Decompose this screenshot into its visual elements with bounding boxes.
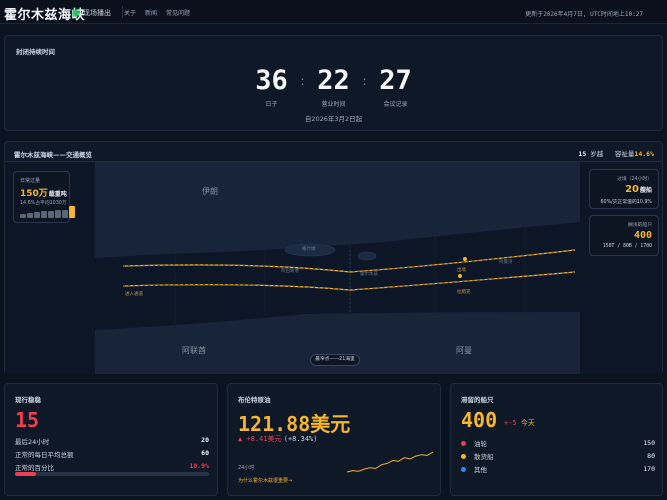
ship-row-bulk: 散货船 80 <box>461 451 655 461</box>
traffic-bar <box>27 213 33 218</box>
progress-fill <box>15 472 37 476</box>
row-daily-average: 正常的每日平均总额 60 <box>15 449 209 459</box>
other-dot-icon <box>461 466 466 472</box>
transit-summary: 15 岁越 容祉量14.6% <box>578 148 654 158</box>
card-title: 日常过量 <box>20 178 41 184</box>
brent-oil-panel: 布伦特原油 121.88美元 ▲ +8.41美元 (+8.34%) 24小时 为… <box>227 383 441 496</box>
minutes-value: 27 <box>379 65 412 96</box>
colon-separator: : <box>300 74 305 88</box>
panel-title: 霍尔木兹海峡——交通概览 <box>14 151 92 159</box>
transit-label: 岁越 <box>590 150 604 158</box>
oil-range-label: 24小时 <box>238 465 255 471</box>
panel-title: 现行稳稳 <box>15 396 41 404</box>
countdown-minutes: 27 会议记录 <box>375 65 417 109</box>
label-bandar: 阿巴斯港 <box>281 269 299 274</box>
label-larak: 拉腊克 <box>457 290 471 295</box>
traffic-bar-chart <box>20 206 76 218</box>
panel-title: 布伦特原油 <box>238 396 271 404</box>
card-title: 过境（24小时） <box>617 177 652 182</box>
card-value: 150万载重吨 <box>20 189 67 199</box>
days-count: 15 <box>15 408 40 432</box>
label-gulf-of-oman: 阿曼湾 <box>499 260 513 265</box>
stranded-ships-card: 搁浅的船只 400 150T / 80B / 170O <box>589 215 659 256</box>
stranded-ships-panel: 滞留的船只 400 +-5 今天 油轮 150 散货船 80 其他 170 <box>450 383 663 496</box>
traffic-bar <box>48 210 54 218</box>
card-title: 搁浅的船只 <box>628 223 652 228</box>
label-qeshm: 格什姆 <box>302 247 316 252</box>
why-hormuz-link[interactable]: 为什么霍尔木兹很重要→ <box>238 477 292 484</box>
row-percent-normal: 正常的百分比 10.9% <box>15 462 209 472</box>
label-iran: 伊朗 <box>202 187 218 196</box>
since-date: 自2026年3月2日起 <box>304 115 363 123</box>
card-value: 400 <box>633 230 652 241</box>
traffic-bar <box>41 211 47 218</box>
card-value: 20艘船 <box>625 184 652 195</box>
minutes-label: 会议记录 <box>383 101 408 108</box>
traffic-bar <box>55 210 61 218</box>
closure-duration-panel: 封闭持续时间 36 日子 : 22 营业时间 : 27 会议记录 自2026年3… <box>4 35 663 131</box>
colon-separator: : <box>362 74 367 88</box>
ships-change: +-5 今天 <box>504 419 535 427</box>
updated-timestamp: 更新于2026年4月7日, UTC时间地上10:27 <box>525 11 643 18</box>
nav-menu: 关于 新闻 常见问题 <box>124 8 199 17</box>
narrowest-point-pill[interactable]: 最窄点——21海里 <box>310 354 360 366</box>
label-hormuz: 霍尔木兹 <box>360 272 378 277</box>
ship-row-other: 其他 170 <box>461 464 655 474</box>
traffic-bar <box>62 209 68 218</box>
live-dot-icon <box>73 10 79 16</box>
nav-item-news[interactable]: 新闻 <box>145 8 157 17</box>
transit-24h-card: 过境（24小时） 20艘船 60%/灾正常值的10.9% <box>589 169 659 209</box>
percent-progress-bar <box>15 472 209 476</box>
ships-count: 400 <box>461 408 498 432</box>
card-subtext: 150T / 80B / 170O <box>602 244 652 249</box>
oil-change: ▲ +8.41美元 (+8.34%) <box>238 434 317 444</box>
nav-item-faq[interactable]: 常见问题 <box>166 8 190 17</box>
island-hormuz <box>357 251 377 261</box>
days-label: 日子 <box>265 101 278 108</box>
top-bar: 霍尔木兹海峡 现场播出 关于 新闻 常见问题 更新于2026年4月7日, UTC… <box>0 0 667 24</box>
capacity-label: 容祉量 <box>614 150 635 158</box>
days-panel: 现行稳稳 15 最后24小时 20 正常的每日平均总额 60 正常的百分比 10.9% <box>4 383 218 496</box>
traffic-overview-panel: 霍尔木兹海峡——交通概览 15 岁越 容祉量14.6% 伊朗 阿联酋 阿曼 格什… <box>4 141 663 374</box>
oil-change-pct: (+8.34%) <box>283 435 318 443</box>
countdown-hours: 22 营业时间 <box>313 65 355 109</box>
transit-count: 15 <box>578 150 587 158</box>
label-oman: 阿曼 <box>456 346 472 355</box>
hours-label: 营业时间 <box>321 101 346 108</box>
oil-change-value: ▲ +8.41美元 <box>238 435 282 443</box>
traffic-bar <box>34 212 40 218</box>
card-subtext: 60%/灾正常值的10.9% <box>600 200 652 205</box>
tanker-dot-icon <box>461 440 466 446</box>
countdown-row: 36 日子 : 22 营业时间 : 27 会议记录 <box>5 65 662 109</box>
countdown-days: 36 日子 <box>251 65 293 109</box>
sparkline-path <box>346 451 434 473</box>
row-last-24h: 最后24小时 20 <box>15 436 209 446</box>
strait-map[interactable] <box>5 162 662 374</box>
hours-value: 22 <box>317 65 350 96</box>
traffic-bar <box>69 206 75 218</box>
card-subtext: 14.6%占平均1030万 <box>20 201 67 206</box>
panel-title: 封闭持续时间 <box>16 48 55 56</box>
label-inbound: 进入通道 <box>125 292 143 297</box>
live-label: 现场播出 <box>83 9 111 17</box>
capacity-value: 14.6% <box>634 150 654 158</box>
bulk-dot-icon <box>461 453 466 459</box>
label-uae: 阿联酋 <box>182 346 206 355</box>
nav-item-about[interactable]: 关于 <box>124 8 136 17</box>
oil-sparkline <box>346 451 434 473</box>
days-value: 36 <box>255 65 288 96</box>
traffic-bar <box>20 213 26 218</box>
panel-title: 滞留的船只 <box>461 396 494 404</box>
daily-traffic-card: 日常过量 150万载重吨 14.6%占平均1030万 <box>13 171 75 223</box>
ship-row-tankers: 油轮 150 <box>461 438 655 448</box>
nav-divider <box>122 6 123 18</box>
oil-price: 121.88美元 <box>238 412 351 436</box>
live-indicator: 现场播出 <box>73 8 111 18</box>
label-outbound: 出境 <box>457 268 466 273</box>
